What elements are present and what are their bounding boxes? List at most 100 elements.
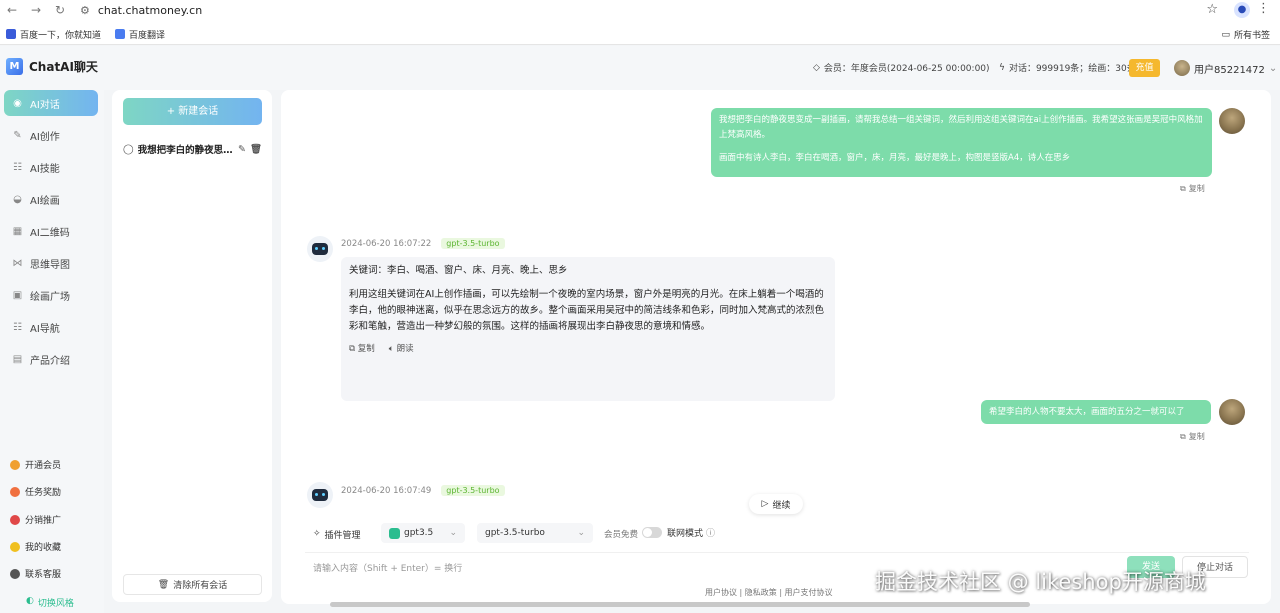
share-icon <box>10 514 20 525</box>
message-meta: 2024-06-20 16:07:22 gpt-3.5-turbo <box>341 238 505 249</box>
bookmark-baidu[interactable]: 百度一下，你就知道 <box>6 28 101 41</box>
read-label: 朗读 <box>396 344 414 354</box>
bookmark-baidu-translate[interactable]: 百度翻译 <box>115 28 165 41</box>
bot-avatar <box>307 482 333 508</box>
address-bar[interactable]: ⚙ chat.chatmoney.cn <box>80 4 202 17</box>
bot-avatar <box>307 236 333 262</box>
bookmark-label: 百度翻译 <box>129 30 166 41</box>
sidebar-item-ai-skills[interactable]: ☷ AI技能 <box>4 154 98 180</box>
back-icon[interactable]: ← <box>0 0 24 20</box>
horizontal-scrollbar[interactable] <box>330 602 1030 607</box>
translate-icon <box>115 29 126 39</box>
sidebar: ◉ AI对话 ✎ AI创作 ☷ AI技能 ◒ AI绘画 ▦ AI二维码 ⋈ 思维导图 ▣ 绘画… <box>0 90 104 613</box>
sidebar-item-gallery[interactable]: ▣ 绘画广场 <box>4 282 98 308</box>
plugin-icon: ✧ <box>313 529 321 539</box>
trash-icon[interactable]: 🗑 <box>250 144 262 155</box>
copy-button[interactable]: ⧉ 复制 <box>349 341 375 357</box>
plugin-manage-button[interactable]: ✧ 插件管理 <box>313 528 361 541</box>
continue-button[interactable]: ▷ 继续 <box>749 494 803 514</box>
message-text: 关键词：李白、喝酒、窗户、床、月亮、晚上、思乡 <box>349 265 568 276</box>
lightning-icon: ϟ <box>999 62 1005 73</box>
conversation-item[interactable]: ◯ 我想把李白的静夜思变成一副插画 ✎ 🗑 <box>123 138 262 160</box>
bottom-link-label: 分销推广 <box>25 516 62 526</box>
avatar <box>1219 108 1245 134</box>
mindmap-icon: ⋈ <box>12 257 23 269</box>
chat-icon: ◉ <box>13 97 22 109</box>
conversation-panel: + 新建会话 ◯ 我想把李白的静夜思变成一副插画 ✎ 🗑 🗑 清除所有会话 <box>112 90 272 602</box>
sidebar-item-ai-nav[interactable]: ☷ AI导航 <box>4 314 98 340</box>
task-reward-link[interactable]: 任务奖励 <box>10 485 61 498</box>
user-message: 我想把李白的静夜思变成一副插画，请帮我总结一组关键词，然后利用这组关键词在ai上… <box>711 108 1212 177</box>
profile-icon[interactable]: ● <box>1234 2 1250 18</box>
theme-icon: ◐ <box>26 596 34 606</box>
clear-all-conversations-button[interactable]: 🗑 清除所有会话 <box>123 574 262 595</box>
plugin-manage-label: 插件管理 <box>324 530 361 541</box>
open-membership-link[interactable]: 开通会员 <box>10 458 61 471</box>
sidebar-item-ai-chat[interactable]: ◉ AI对话 <box>4 90 98 116</box>
bot-message: 关键词：李白、喝酒、窗户、床、月亮、晚上、思乡 利用这组关键词在AI上创作插画，… <box>341 257 835 401</box>
sidebar-item-label: AI技能 <box>30 163 60 175</box>
favorites-link[interactable]: 我的收藏 <box>10 540 61 553</box>
sidebar-item-ai-create[interactable]: ✎ AI创作 <box>4 122 98 148</box>
message-text: 利用这组关键词在AI上创作插画，可以先绘制一个夜晚的室内场景，窗户外是明亮的月光… <box>349 289 825 332</box>
reload-icon[interactable]: ↻ <box>48 0 72 20</box>
edit-icon[interactable]: ✎ <box>238 144 246 155</box>
distribution-link[interactable]: 分销推广 <box>10 513 61 526</box>
message-text: 画面中有诗人李白，李白在喝酒，窗户，床，月亮，最好是晚上，构图是竖版A4，诗人在… <box>719 153 1071 163</box>
folder-icon: ▭ <box>1221 29 1230 40</box>
user-message: 希望李白的人物不要太大，画面的五分之一就可以了 <box>981 400 1211 424</box>
browser-chrome: ← → ↻ ⚙ chat.chatmoney.cn ☆ ● ⋮ 百度一下，你就知… <box>0 0 1280 45</box>
compass-icon: ☷ <box>13 321 22 333</box>
new-conversation-button[interactable]: + 新建会话 <box>123 98 262 125</box>
copy-icon: ⧉ <box>349 344 358 354</box>
bottom-link-label: 联系客服 <box>25 570 62 580</box>
robot-icon <box>312 489 328 501</box>
document-icon: ▤ <box>12 353 23 365</box>
message-text: 我想把李白的静夜思变成一副插画，请帮我总结一组关键词，然后利用这组关键词在ai上… <box>719 115 1203 140</box>
sidebar-item-mindmap[interactable]: ⋈ 思维导图 <box>4 250 98 276</box>
sidebar-item-ai-qrcode[interactable]: ▦ AI二维码 <box>4 218 98 244</box>
sidebar-item-label: AI二维码 <box>30 227 70 239</box>
conversation-title: 我想把李白的静夜思变成一副插画 <box>137 145 234 156</box>
customer-service-link[interactable]: 联系客服 <box>10 567 61 580</box>
message-text: 希望李白的人物不要太大，画面的五分之一就可以了 <box>989 407 1185 417</box>
site-info-icon[interactable]: ⚙ <box>80 4 90 17</box>
copy-button[interactable]: ⧉ 复制 <box>1180 183 1205 194</box>
switch-theme-button[interactable]: ◐ 切换风格 <box>26 596 74 609</box>
app-logo[interactable]: M ChatAI聊天 <box>6 58 98 75</box>
all-bookmarks-label: 所有书签 <box>1233 31 1270 41</box>
diamond-icon: ◇ <box>813 62 820 73</box>
bottom-link-label: 任务奖励 <box>25 488 62 498</box>
chat-bubble-icon: ◯ <box>123 143 134 155</box>
net-mode-toggle[interactable] <box>642 527 662 538</box>
bookmark-star-icon[interactable]: ☆ <box>1206 2 1218 17</box>
play-icon: ▷ <box>761 499 769 509</box>
copy-icon: ⧉ <box>1180 431 1186 441</box>
sidebar-item-ai-draw[interactable]: ◒ AI绘画 <box>4 186 98 212</box>
sidebar-item-label: AI导航 <box>30 323 60 335</box>
model-tag: gpt-3.5-turbo <box>441 485 505 496</box>
footer-links[interactable]: 用户协议 | 隐私政策 | 用户支付协议 <box>705 587 833 598</box>
menu-icon[interactable]: ⋮ <box>1257 1 1270 16</box>
copy-label: 复制 <box>1188 432 1205 441</box>
copy-button[interactable]: ⧉ 复制 <box>1180 431 1205 442</box>
model-group-select[interactable]: gpt3.5 ⌄ <box>381 523 465 543</box>
all-bookmarks[interactable]: ▭ 所有书签 <box>1221 28 1270 42</box>
sidebar-item-product[interactable]: ▤ 产品介绍 <box>4 346 98 372</box>
info-icon[interactable]: ⓘ <box>706 526 715 539</box>
forward-icon[interactable]: → <box>24 0 48 20</box>
app: M ChatAI聊天 ◇ 会员：年度会员(2024-06-25 00:00:00… <box>0 46 1280 613</box>
model-group-label: gpt3.5 <box>404 528 434 538</box>
logo-icon: M <box>6 58 23 75</box>
net-mode: 联网模式 ⓘ <box>667 526 715 539</box>
recharge-button[interactable]: 充值 <box>1129 59 1160 77</box>
member-free-label: 会员免费 <box>604 530 639 540</box>
read-aloud-button[interactable]: 🔈︎ 朗读 <box>389 341 414 357</box>
headset-icon <box>10 568 20 579</box>
model-select[interactable]: gpt-3.5-turbo ⌄ <box>477 523 593 543</box>
sidebar-item-label: 产品介绍 <box>30 355 70 367</box>
user-menu[interactable]: 用户85221472 ⌄ <box>1174 60 1277 76</box>
avatar <box>1174 60 1190 76</box>
qrcode-icon: ▦ <box>12 225 23 237</box>
bookmark-label: 百度一下，你就知道 <box>20 30 102 41</box>
